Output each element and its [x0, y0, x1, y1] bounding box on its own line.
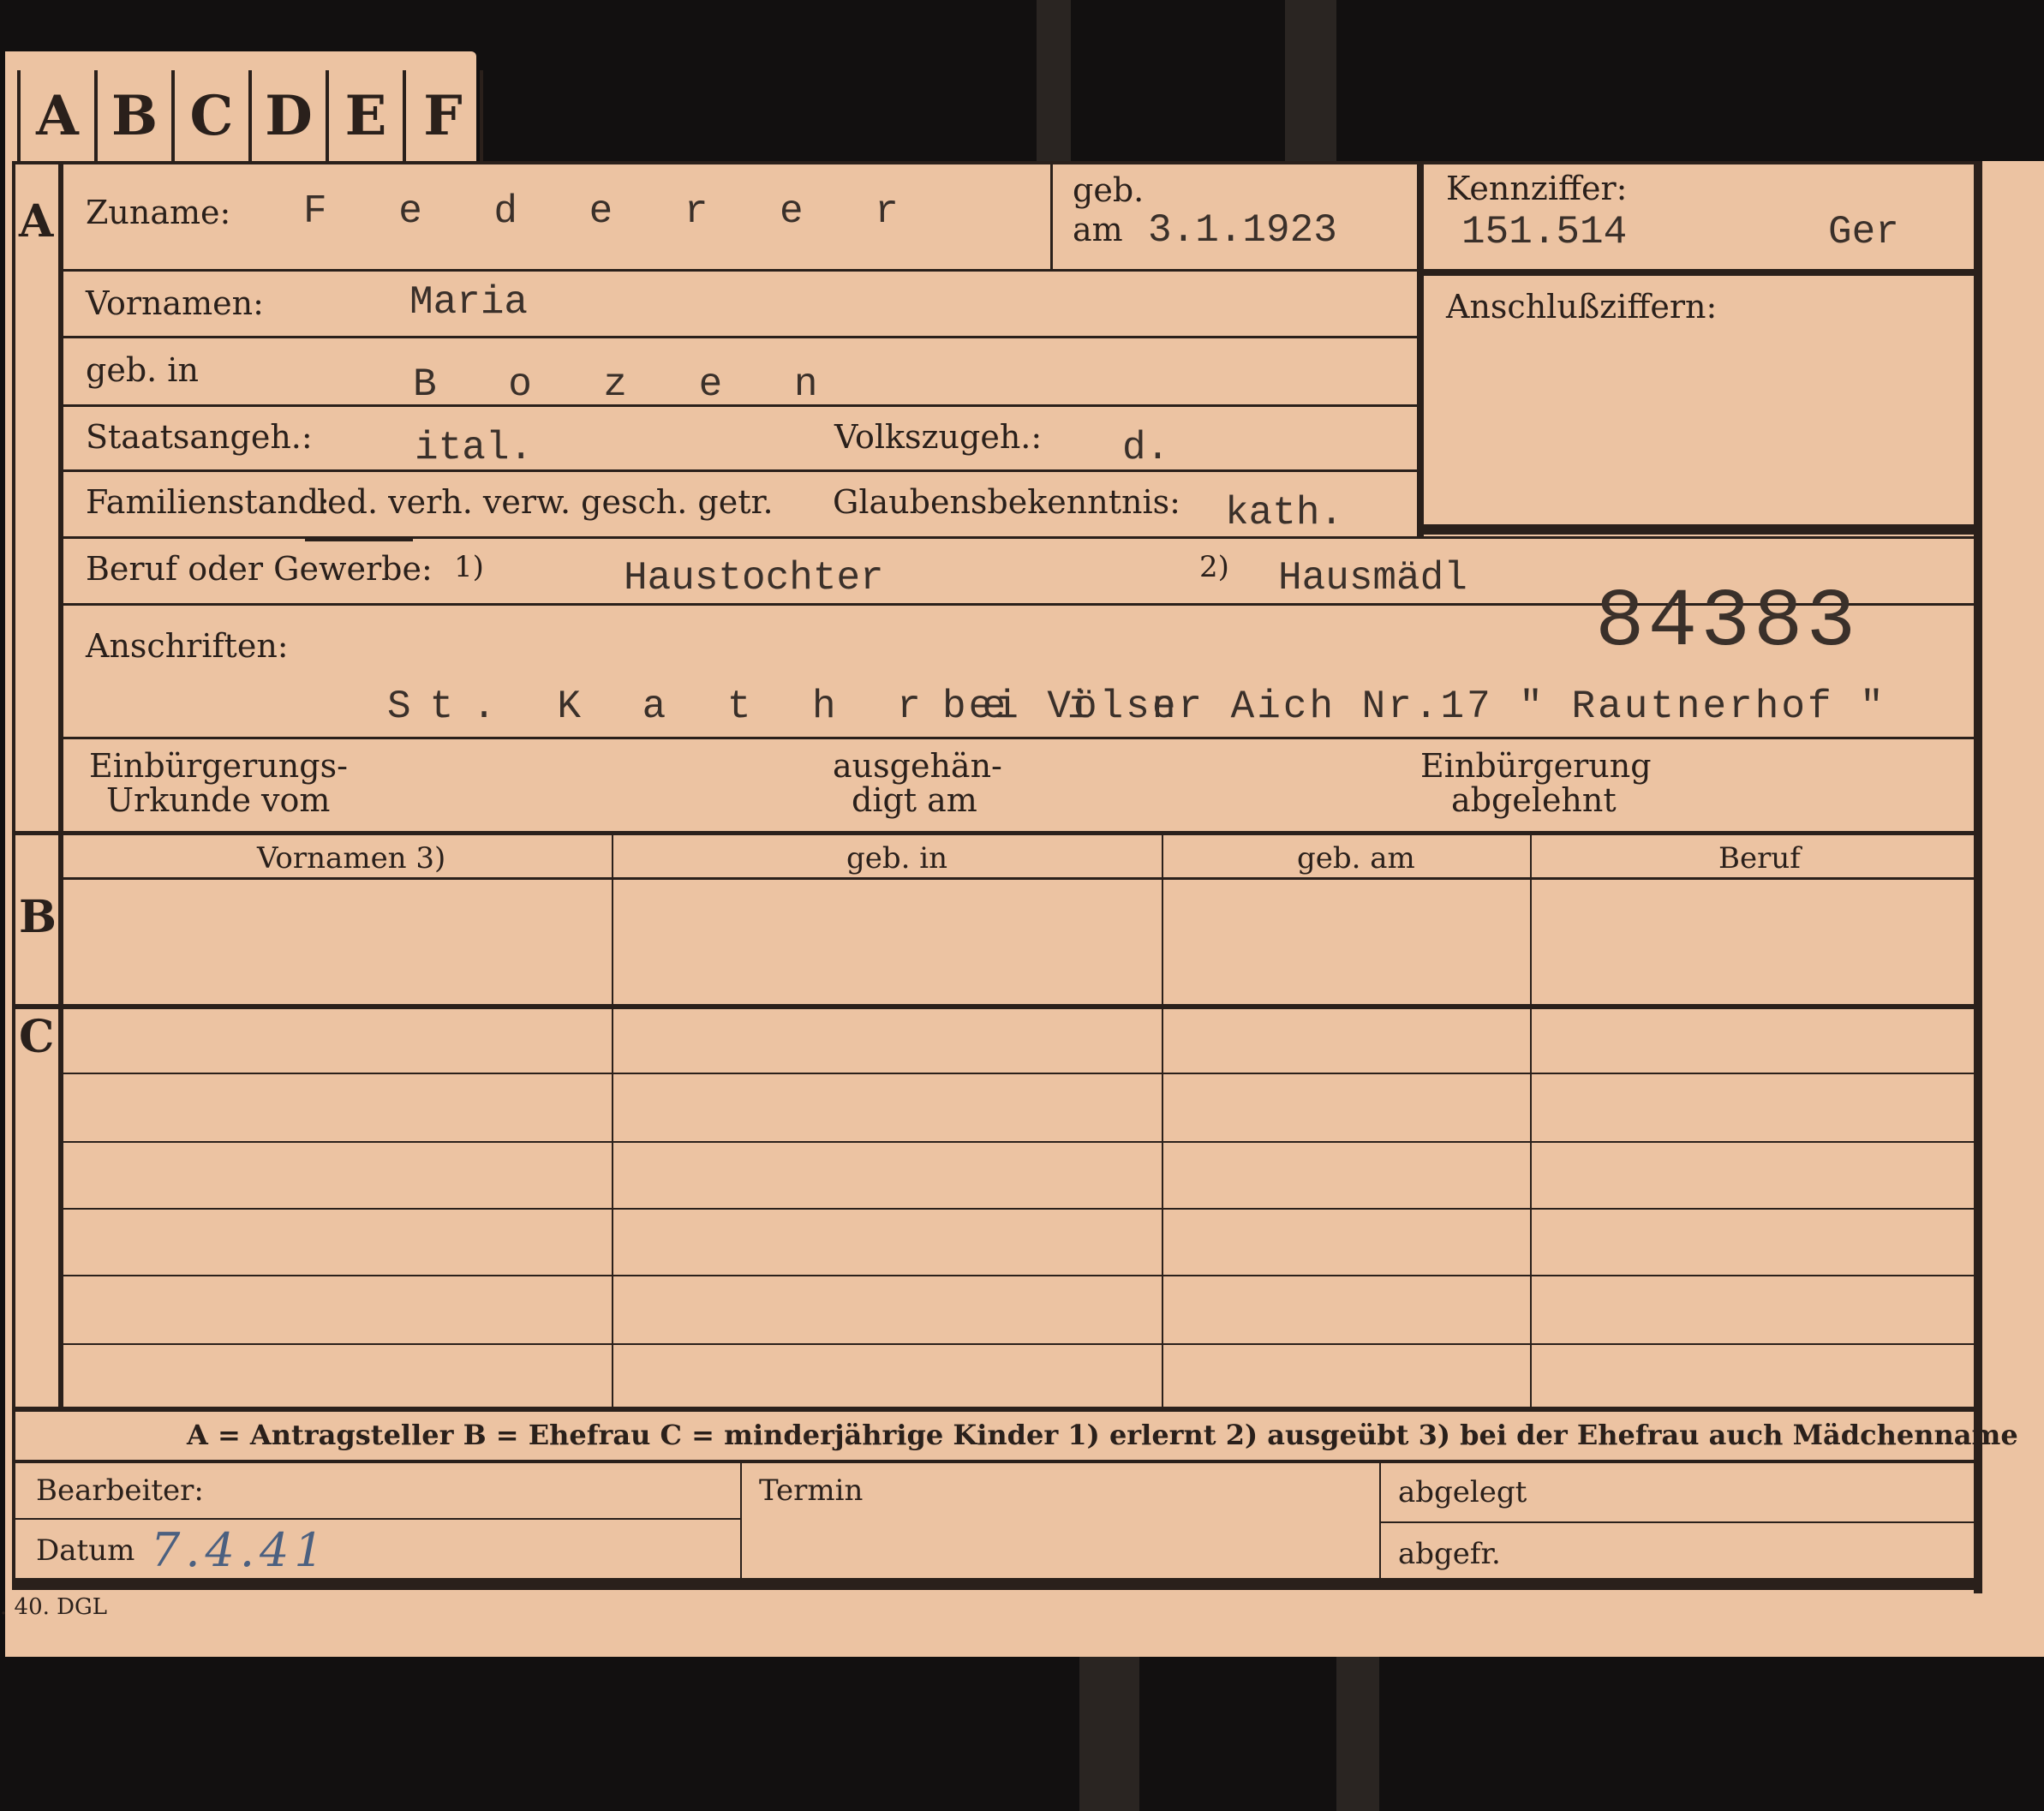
abgefr-label: abgefr. [1398, 1537, 1501, 1571]
anschlussziffern-label: Anschlußziffern: [1446, 288, 1718, 326]
row-divider [63, 469, 1417, 472]
beruf-label: Beruf oder Gewerbe: [86, 550, 433, 588]
row-divider [63, 269, 1417, 272]
footer-divider [1379, 1463, 1381, 1578]
legend-bottom [12, 1460, 1974, 1463]
zuname-value[interactable]: F e d e r e r [303, 190, 923, 234]
footer-divider [740, 1463, 742, 1578]
termin-label: Termin [759, 1473, 864, 1508]
einb-urkunde-line1: Einbürgerungs- [89, 747, 348, 785]
card-left-border [12, 161, 15, 1583]
section-column-divider [58, 161, 63, 1412]
tab-f[interactable]: F [403, 70, 483, 163]
section-c-row-line [63, 1208, 1974, 1210]
familienstand-options: led. verh. verw. gesch. getr. [317, 483, 774, 521]
col-geb-in: geb. in [846, 841, 948, 876]
familienstand-underline [305, 536, 413, 541]
geb-am-value[interactable]: 3.1.1923 [1148, 209, 1337, 253]
print-code: . 40. DGL [0, 1594, 108, 1620]
section-c-letter: C [19, 1011, 55, 1063]
card-bottom-border [12, 1578, 1982, 1590]
bearbeiter-label: Bearbeiter: [36, 1473, 204, 1508]
volkszugeh-label: Volkszugeh.: [834, 418, 1043, 456]
section-c-row-line [63, 1343, 1974, 1345]
beruf-value-2[interactable]: Hausmädl [1278, 557, 1467, 601]
section-c-row-line [63, 1073, 1974, 1074]
section-c-row-line [63, 1275, 1974, 1276]
card-right-border [1974, 161, 1982, 1593]
section-b-header-line [63, 877, 1974, 880]
beruf-note-2: 2) [1199, 550, 1229, 584]
footer-row-line [1381, 1521, 1974, 1523]
datum-label: Datum [36, 1533, 135, 1568]
geb-label: geb. [1073, 171, 1145, 209]
background-stripe [1037, 0, 1071, 161]
familienstand-label: Familienstand: [86, 483, 330, 521]
col-vornamen: Vornamen 3) [257, 841, 446, 876]
section-a-letter: A [19, 195, 54, 248]
background-stripe [1285, 0, 1336, 161]
abgelegt-label: abgelegt [1398, 1475, 1527, 1509]
kennziffer-box-divider [1424, 269, 1974, 276]
section-b-letter: B [19, 891, 57, 943]
anschriften-label: Anschriften: [86, 627, 289, 665]
glaubens-label: Glaubensbekenntnis: [833, 483, 1180, 521]
glaubens-value[interactable]: kath. [1225, 492, 1343, 535]
kennziffer-value[interactable]: 151.514 [1461, 211, 1627, 254]
geb-in-label: geb. in [86, 351, 199, 389]
section-c-row-line [63, 1141, 1974, 1143]
vornamen-value[interactable]: Maria [409, 281, 528, 325]
section-a-bottom [12, 831, 1974, 835]
beruf-note-1: 1) [454, 550, 484, 584]
column-divider [612, 835, 613, 1408]
geb-am-divider [1050, 164, 1053, 269]
staatsangeh-value[interactable]: ital. [415, 427, 533, 470]
zuname-label: Zuname: [86, 194, 231, 231]
tab-a[interactable]: A [17, 70, 94, 163]
einb-abgelehnt-line2: abgelehnt [1451, 781, 1617, 819]
am-label: am [1073, 211, 1123, 248]
section-c-bottom [12, 1407, 1974, 1412]
tab-e[interactable]: E [326, 70, 403, 163]
row-divider [63, 336, 1417, 338]
row-divider [63, 737, 1974, 739]
staatsangeh-label: Staatsangeh.: [86, 418, 313, 456]
column-divider [1530, 835, 1532, 1408]
col-geb-am: geb. am [1297, 841, 1415, 876]
datum-value[interactable]: 7.4.41 [151, 1523, 329, 1577]
ausgehaendigt-line1: ausgehän- [833, 747, 1002, 785]
background-stripe [1079, 1657, 1139, 1811]
volkszugeh-value[interactable]: d. [1122, 427, 1169, 470]
kennziffer-suffix[interactable]: Ger [1828, 211, 1899, 254]
geb-in-value[interactable]: B o z e n [413, 363, 841, 407]
beruf-value-1[interactable]: Haustochter [624, 557, 884, 601]
stamped-number: 84383 [1595, 576, 1860, 669]
tab-b[interactable]: B [94, 70, 171, 163]
tab-c[interactable]: C [171, 70, 248, 163]
ausgehaendigt-line2: digt am [852, 781, 977, 819]
column-divider [1162, 835, 1163, 1408]
tab-d[interactable]: D [248, 70, 326, 163]
kennziffer-box-bottom [1417, 524, 1974, 535]
section-b-bottom [12, 1004, 1974, 1009]
legend-line: A = Antragsteller B = Ehefrau C = minder… [187, 1419, 2018, 1451]
background-stripe [1336, 1657, 1379, 1811]
vornamen-label: Vornamen: [86, 284, 264, 322]
anschrift-part-2[interactable]: bei Völser Aich Nr.17 " Rautnerhof " [942, 685, 1886, 729]
card-top-border [12, 161, 1982, 164]
einb-urkunde-line2: Urkunde vom [106, 781, 331, 819]
col-beruf: Beruf [1718, 841, 1801, 876]
kennziffer-label: Kennziffer: [1446, 170, 1628, 207]
register-tabs: A B C D E F [5, 51, 483, 163]
kennziffer-box-left [1417, 164, 1424, 538]
footer-row-line [12, 1518, 740, 1520]
einb-abgelehnt-line1: Einbürgerung [1420, 747, 1652, 785]
